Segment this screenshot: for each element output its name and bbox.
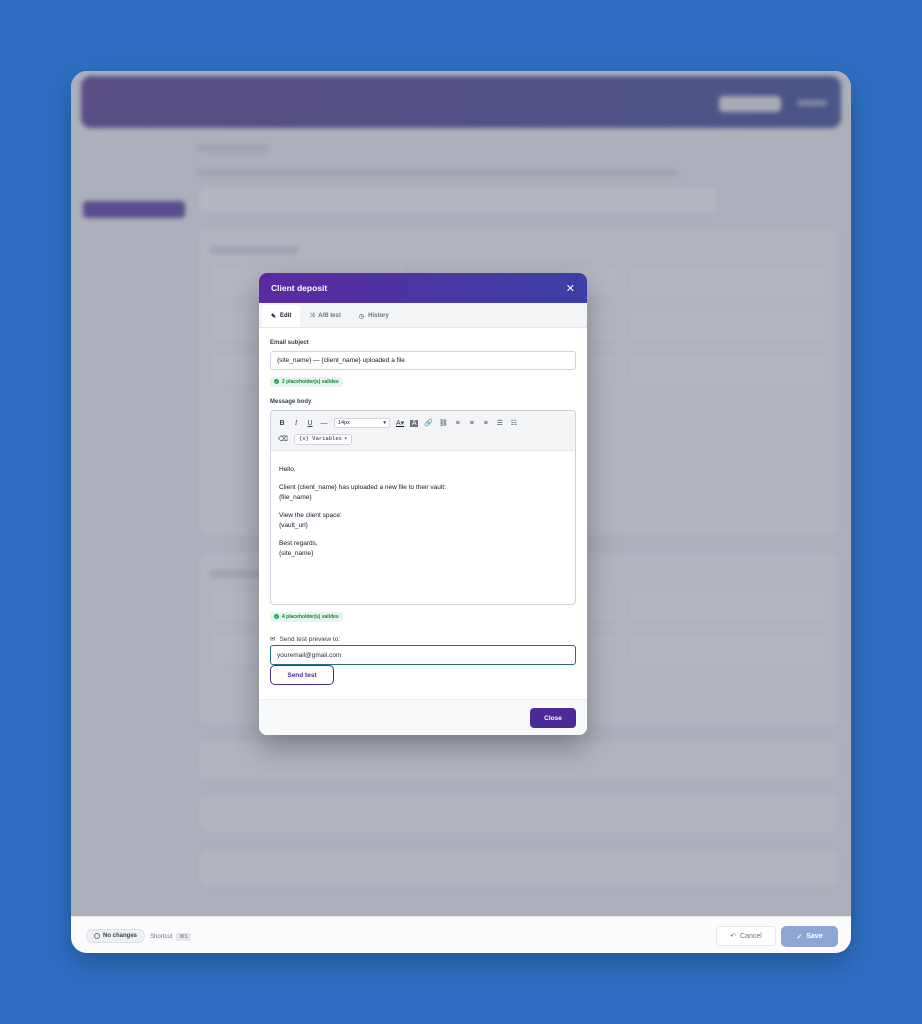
undo-icon: ↶ [730,933,737,940]
editor-toolbar: B I U — 14px ▾ A▾ A 🔗 ⛓ ≡ ≡ ≡ ☰ ☷ ⌫ {x} … [271,411,575,451]
toolbar-row: ⌫ {x} Variables ▾ [278,432,568,446]
send-test-button[interactable]: Send test [270,665,334,685]
message-body-textarea[interactable]: Hello, Client {client_name} has uploaded… [271,451,575,581]
align-right-icon[interactable]: ≡ [482,420,490,427]
template-editor-modal: Client deposit ✕ ✎ Edit ⤨ A/B test ◷ His… [259,273,587,735]
pencil-icon: ✎ [271,313,277,320]
status-badge: No changes [86,929,146,943]
tab-edit[interactable]: ✎ Edit [262,305,301,327]
save-button[interactable]: ✓ Save [781,926,838,947]
bullet-list-icon[interactable]: ☰ [496,419,504,427]
status-dot-icon [94,933,100,939]
align-center-icon[interactable]: ≡ [468,420,476,427]
chevron-down-icon: ▾ [343,436,348,442]
test-email-input[interactable]: youremail@gmail.com [270,645,576,665]
close-button[interactable]: Close [530,708,576,728]
shuffle-icon: ⤨ [309,312,315,319]
link-icon[interactable]: 🔗 [424,419,433,427]
body-placeholder-badge: ✓ 4 placeholder(s) valides [270,611,343,622]
underline-button[interactable]: U [306,420,314,427]
modal-tabs: ✎ Edit ⤨ A/B test ◷ History [259,303,587,328]
send-label-text: Send test preview to: [279,635,341,643]
modal-title: Client deposit [271,283,328,293]
modal-header: Client deposit ✕ [259,273,587,303]
font-size-select[interactable]: 14px ▾ [334,418,390,428]
save-label: Save [806,933,823,940]
strikethrough-button[interactable]: — [320,420,328,427]
check-circle-icon: ✓ [274,614,279,619]
body-line: View the client space: [279,511,342,519]
status-text: No changes [103,933,138,939]
send-test-label: ✉ Send test preview to: [270,635,576,644]
footer-bar: No changes Shortcut ⌘S ↶ Cancel ✓ Save [71,916,851,953]
cancel-button[interactable]: ↶ Cancel [716,926,776,946]
unlink-icon[interactable]: ⛓ [439,419,448,427]
body-line: {site_name} [279,550,314,557]
eraser-icon[interactable]: ⌫ [278,435,288,443]
badge-text: 2 placeholder(s) valides [282,378,339,385]
tab-label: Edit [280,313,292,319]
subject-input[interactable]: {site_name} — {client_name} uploaded a f… [270,351,576,370]
badge-text: 4 placeholder(s) valides [282,613,339,620]
cancel-label: Cancel [740,932,762,940]
chevron-down-icon: ▾ [383,420,386,426]
body-line: Best regards, [279,539,318,547]
numbered-list-icon[interactable]: ☷ [510,419,518,427]
check-icon: ✓ [796,933,803,941]
body-line: {vault_url} [279,522,308,529]
bold-button[interactable]: B [278,420,286,427]
shortcut-hint: Shortcut ⌘S [150,933,191,941]
modal-body: Email subject {site_name} — {client_name… [259,328,587,685]
tab-label: A/B test [318,313,341,319]
shortcut-label: Shortcut [150,934,173,940]
text-color-icon[interactable]: A▾ [396,419,404,427]
tab-label: History [368,313,389,319]
tab-ab-test[interactable]: ⤨ A/B test [300,305,349,327]
highlight-color-icon[interactable]: A [410,419,419,427]
rich-text-editor: B I U — 14px ▾ A▾ A 🔗 ⛓ ≡ ≡ ≡ ☰ ☷ ⌫ {x} … [270,410,576,605]
check-circle-icon: ✓ [274,379,279,384]
body-label: Message body [270,399,312,405]
subject-placeholder-badge: ✓ 2 placeholder(s) valides [270,376,343,387]
subject-label: Email subject [270,340,309,346]
toolbar-row: B I U — 14px ▾ A▾ A 🔗 ⛓ ≡ ≡ ≡ ☰ ☷ [278,416,568,430]
shortcut-key: ⌘S [176,933,191,941]
variables-label: {x} Variables [298,436,342,442]
font-size-value: 14px [338,420,350,426]
close-icon[interactable]: ✕ [566,282,575,295]
clock-icon: ◷ [358,313,365,320]
tab-history[interactable]: ◷ History [350,305,398,327]
body-line: Hello, [279,466,296,473]
italic-button[interactable]: I [292,419,300,427]
body-line: {file_name} [279,494,312,501]
modal-footer: Close [259,699,587,735]
envelope-icon: ✉ [270,636,276,643]
align-left-icon[interactable]: ≡ [454,420,462,427]
body-line: Client {client_name} has uploaded a new … [279,483,446,491]
variables-dropdown[interactable]: {x} Variables ▾ [293,433,353,445]
